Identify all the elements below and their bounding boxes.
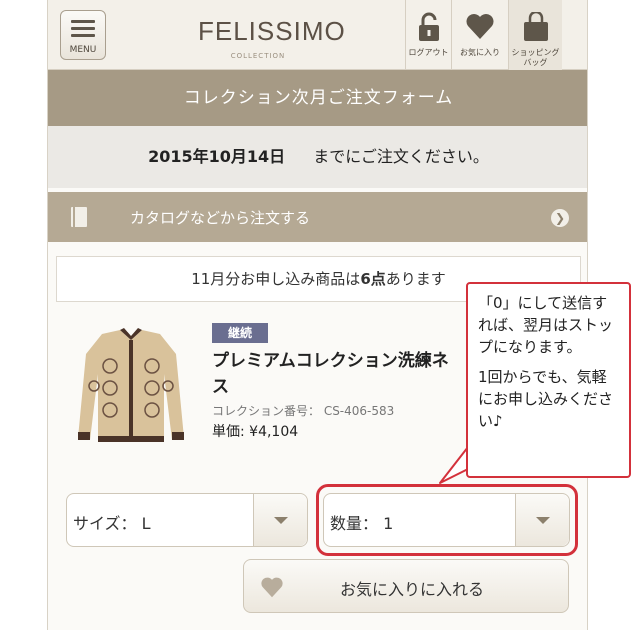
- collection-number: コレクション番号： CS-406-583: [212, 404, 395, 418]
- catalog-order-link[interactable]: カタログなどから注文する ❯: [48, 192, 587, 242]
- size-select[interactable]: サイズ： L: [66, 493, 308, 547]
- menu-label: MENU: [69, 45, 97, 55]
- catalog-link-label: カタログなどから注文する: [130, 209, 311, 227]
- add-to-favorites-button[interactable]: お気に入りに入れる: [243, 559, 569, 613]
- page-title: コレクション次月ご注文フォーム: [48, 70, 587, 126]
- shopping-bag-label: ショッピング バッグ: [511, 48, 560, 67]
- chevron-right-icon: ❯: [551, 209, 569, 227]
- product-image: [78, 328, 184, 442]
- shopping-bag-icon: [523, 12, 548, 41]
- add-to-favorites-label: お気に入りに入れる: [340, 580, 485, 599]
- unit-price: 単価: ¥4,104: [212, 424, 299, 440]
- favorites-button[interactable]: お気に入り: [451, 0, 508, 70]
- deadline-text: までにご注文ください。: [313, 147, 489, 166]
- product-name[interactable]: プレミアムコレクション洗練ネス: [212, 348, 472, 400]
- logo-subtitle: COLLECTION: [230, 52, 286, 60]
- site-logo[interactable]: FELISSIMO: [198, 16, 345, 47]
- help-callout: 「0」にして送信すれば、翌月はストップになります。 1回からでも、気軽にお申し込…: [466, 282, 631, 478]
- callout-text-2: 1回からでも、気軽にお申し込みください♪: [478, 368, 614, 430]
- size-dropdown-button[interactable]: [253, 494, 307, 546]
- order-count: 6点: [360, 270, 386, 288]
- favorites-label: お気に入り: [460, 48, 500, 57]
- catalog-book-icon: [71, 207, 87, 227]
- shopping-bag-button[interactable]: ショッピング バッグ: [508, 0, 562, 70]
- hamburger-icon: [71, 20, 95, 41]
- chevron-down-icon: [274, 517, 288, 524]
- logout-button[interactable]: ログアウト: [405, 0, 451, 70]
- size-value: サイズ： L: [73, 514, 151, 533]
- continuation-badge: 継続: [212, 323, 268, 343]
- site-header: MENU FELISSIMO COLLECTION ログアウト お気に入り ショ…: [48, 0, 587, 70]
- heart-icon: [466, 14, 494, 40]
- menu-button[interactable]: MENU: [60, 10, 106, 60]
- deadline-date: 2015年10月14日: [148, 147, 286, 166]
- heart-icon: [261, 577, 283, 598]
- callout-text-1: 「0」にして送信すれば、翌月はストップになります。: [478, 294, 614, 356]
- quantity-highlight-ring: [316, 484, 578, 556]
- logout-label: ログアウト: [408, 48, 449, 57]
- unlock-icon: [418, 12, 439, 41]
- order-deadline: 2015年10月14日 までにご注文ください。: [48, 126, 587, 188]
